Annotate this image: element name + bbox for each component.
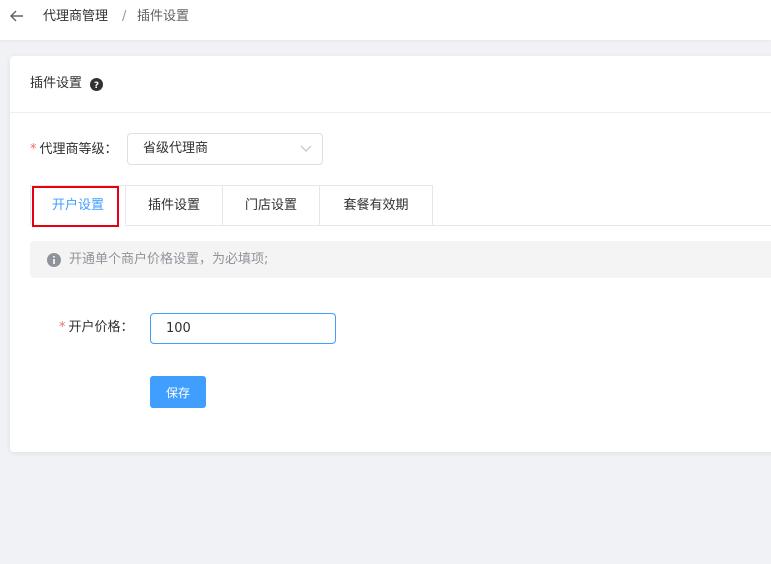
- card-title: 插件设置: [30, 76, 83, 91]
- back-arrow-icon[interactable]: [8, 7, 26, 25]
- opening-price-label-text: 开户价格：: [68, 320, 134, 335]
- tab-plugin[interactable]: 插件设置: [126, 185, 223, 225]
- agent-level-select[interactable]: 省级代理商: [127, 133, 323, 165]
- opening-price-label: * 开户价格：: [59, 319, 134, 337]
- svg-text:?: ?: [94, 81, 99, 91]
- breadcrumb-agent-management[interactable]: 代理商管理: [43, 8, 108, 26]
- tab-account-opening[interactable]: 开户设置: [30, 185, 126, 226]
- breadcrumb-separator: /: [122, 9, 127, 24]
- agent-level-label-text: 代理商等级：: [39, 142, 118, 157]
- required-mark: *: [59, 320, 66, 335]
- breadcrumb-current: 插件设置: [137, 9, 190, 24]
- info-circle-icon: [47, 253, 61, 267]
- chevron-down-icon: [300, 145, 312, 152]
- tab-store[interactable]: 门店设置: [223, 185, 320, 225]
- top-bar: 代理商管理 / 插件设置: [0, 0, 771, 40]
- required-mark: *: [30, 142, 37, 157]
- info-alert: 开通单个商户价格设置，为必填项;: [30, 241, 771, 278]
- save-button[interactable]: 保存: [150, 376, 206, 408]
- card-header: 插件设置 ?: [10, 56, 771, 113]
- settings-card: 插件设置 ? * 代理商等级： 省级代理商 开户设置 插件设置 门店设置 套餐有效…: [10, 56, 771, 452]
- opening-price-input[interactable]: [150, 313, 336, 344]
- tab-bar: 开户设置 插件设置 门店设置 套餐有效期: [30, 185, 771, 226]
- agent-level-label: * 代理商等级：: [30, 141, 118, 159]
- agent-level-value: 省级代理商: [143, 141, 209, 156]
- tab-package-validity[interactable]: 套餐有效期: [320, 185, 433, 225]
- question-circle-icon[interactable]: ?: [90, 78, 103, 91]
- alert-message: 开通单个商户价格设置，为必填项;: [69, 252, 269, 267]
